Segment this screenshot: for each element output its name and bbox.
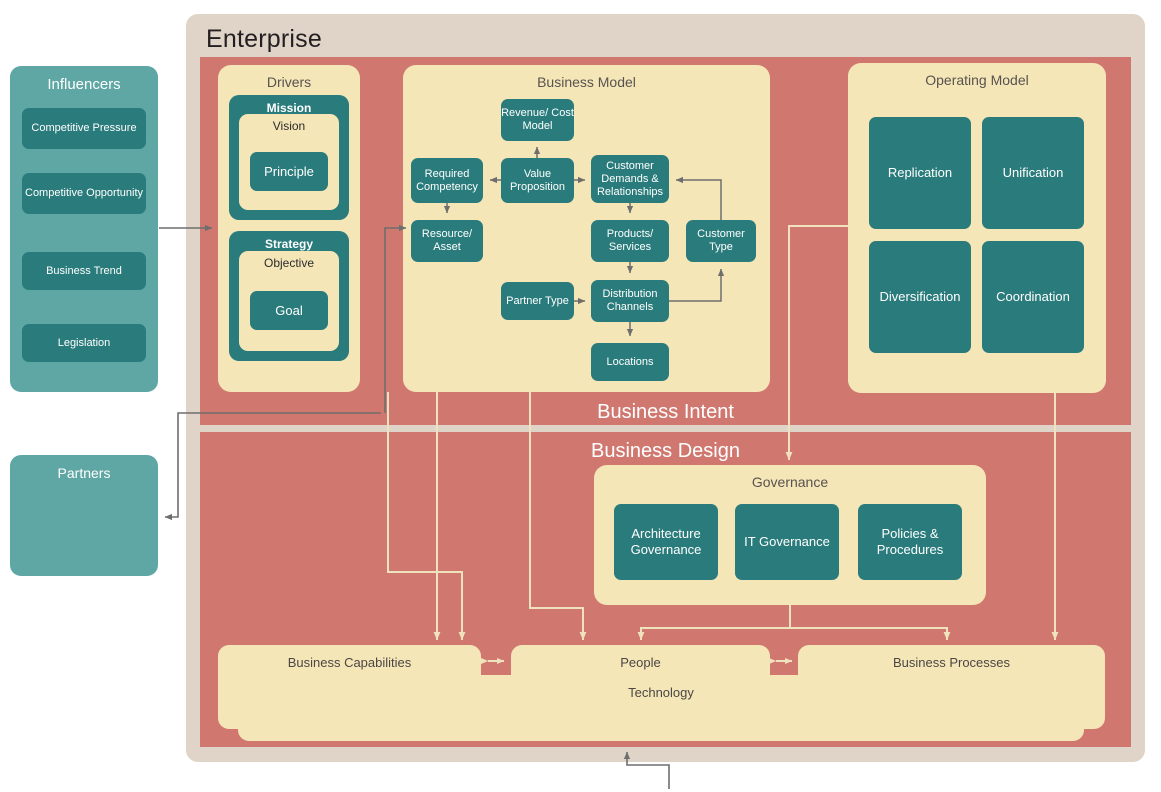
node-customer-demands-relationships[interactable]: Customer Demands & Relationships — [591, 155, 669, 203]
node-revenue-cost-model[interactable]: Revenue/ Cost Model — [501, 99, 574, 141]
goal-node[interactable]: Goal — [250, 291, 328, 330]
influencer-legislation[interactable]: Legislation — [22, 324, 146, 362]
diagram-canvas: Enterprise Influencers Competitive Press… — [0, 0, 1161, 792]
operating-model-unification[interactable]: Unification — [982, 117, 1084, 229]
node-products-services[interactable]: Products/ Services — [591, 220, 669, 262]
node-partner-type[interactable]: Partner Type — [501, 282, 574, 320]
influencers-title: Influencers — [47, 76, 121, 93]
principle-node[interactable]: Principle — [250, 152, 328, 191]
node-customer-type[interactable]: Customer Type — [686, 220, 756, 262]
governance-architecture-governance[interactable]: Architecture Governance — [614, 504, 718, 580]
strategy-title: Strategy — [264, 237, 314, 251]
business-design-label: Business Design — [591, 440, 740, 462]
operating-model-title: Operating Model — [925, 72, 1029, 88]
governance-it-governance[interactable]: IT Governance — [735, 504, 839, 580]
influencer-business-trend[interactable]: Business Trend — [22, 252, 146, 290]
foundation-technology[interactable]: Technology — [238, 675, 1084, 741]
node-distribution-channels[interactable]: Distribution Channels — [591, 280, 669, 322]
business-model-title: Business Model — [537, 74, 636, 90]
operating-model-coordination[interactable]: Coordination — [982, 241, 1084, 353]
influencer-competitive-opportunity[interactable]: Competitive Opportunity — [22, 173, 146, 214]
node-required-competency[interactable]: Required Competency — [411, 158, 483, 203]
vision-title: Vision — [272, 119, 306, 133]
operating-model-replication[interactable]: Replication — [869, 117, 971, 229]
drivers-title: Drivers — [266, 74, 312, 90]
governance-policies-procedures[interactable]: Policies & Procedures — [858, 504, 962, 580]
node-value-proposition[interactable]: Value Proposition — [501, 158, 574, 203]
governance-title: Governance — [751, 474, 829, 490]
business-intent-label: Business Intent — [597, 401, 734, 423]
node-resource-asset[interactable]: Resource/ Asset — [411, 220, 483, 262]
node-locations[interactable]: Locations — [591, 343, 669, 381]
partners-title: Partners — [57, 465, 111, 481]
partners-panel[interactable]: Partners — [10, 455, 158, 576]
operating-model-diversification[interactable]: Diversification — [869, 241, 971, 353]
enterprise-title: Enterprise — [206, 25, 322, 53]
objective-title: Objective — [263, 256, 315, 270]
influencer-competitive-pressure[interactable]: Competitive Pressure — [22, 108, 146, 149]
